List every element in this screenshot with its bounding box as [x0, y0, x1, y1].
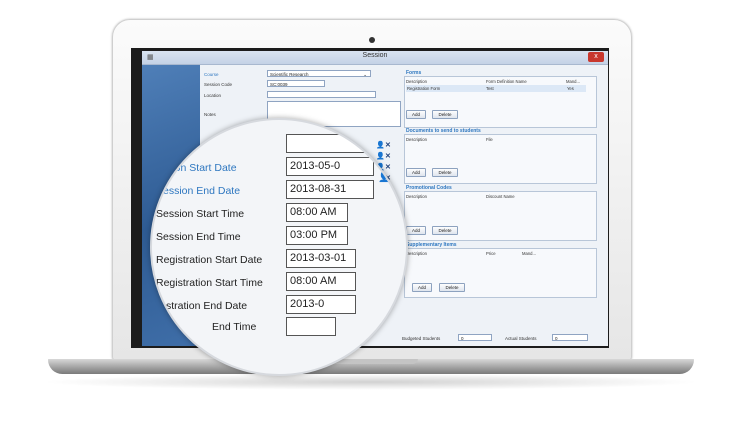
forms-delete-button[interactable]: Delete	[432, 110, 458, 119]
session-code-field[interactable]: SC:0039	[267, 80, 325, 87]
magnified-label: Session End Time	[156, 231, 241, 243]
magnified-label: er 4	[156, 139, 175, 151]
table-cell: Test	[486, 86, 494, 91]
chevron-down-icon: ⌄	[363, 72, 367, 77]
documents-col-description: Description	[406, 137, 427, 142]
promo-delete-button[interactable]: Delete	[432, 226, 458, 235]
magnified-field[interactable]: 2013-0	[286, 295, 356, 314]
budgeted-students-label: Budgeted Students	[402, 336, 441, 341]
actual-students-label: Actual Students	[505, 336, 537, 341]
forms-add-button[interactable]: Add	[406, 110, 426, 119]
documents-add-button[interactable]: Add	[406, 168, 426, 177]
supplementary-col-mandatory: Mand...	[522, 251, 536, 256]
assign-person-icon[interactable]: 👤	[378, 172, 390, 183]
delete-icon[interactable]: ✕	[391, 171, 399, 182]
forms-col-description: Description	[406, 79, 427, 84]
supplementary-group	[404, 248, 597, 298]
promo-col-description: Description	[406, 194, 427, 199]
table-cell: Registration Form	[407, 86, 441, 91]
magnified-label: Registration Start Time	[156, 277, 263, 289]
budgeted-students-field[interactable]: 0	[458, 334, 492, 341]
magnified-field[interactable]: 08:00 AM	[286, 272, 356, 291]
assign-person-icon[interactable]: 👤	[378, 138, 390, 149]
close-button[interactable]: x	[588, 52, 604, 62]
session-code-label: Session Code	[204, 82, 233, 87]
delete-icon[interactable]: ✕	[391, 137, 399, 148]
magnified-field[interactable]: 2013-03-01	[286, 249, 356, 268]
magnifier-lens: er 4 ession Start Date 2013-05-0 Session…	[150, 118, 408, 376]
magnified-label: End Time	[212, 321, 257, 333]
laptop-shadow	[40, 374, 702, 390]
delete-icon[interactable]: ✕	[391, 154, 399, 165]
magnified-field[interactable]: 03:00 PM	[286, 226, 348, 245]
forms-col-mandatory: Mand...	[566, 79, 580, 84]
magnified-field[interactable]: 2013-05-0	[286, 157, 374, 176]
magnified-label: Registration Start Date	[156, 254, 263, 266]
magnified-field[interactable]: 08:00 AM	[286, 203, 348, 222]
magnified-label: ession Start Date	[156, 162, 237, 174]
window-title: Session	[362, 52, 388, 59]
promo-col-discount-name: Discount Name	[486, 194, 515, 199]
magnified-field[interactable]: 2013-08-31	[286, 180, 374, 199]
notes-label: Notes	[204, 112, 216, 117]
forms-col-form-definition: Form Definition Name	[486, 79, 527, 84]
course-select[interactable]: Scientific Research ⌄	[267, 70, 371, 77]
table-cell: Yes	[567, 86, 574, 91]
actual-students-field[interactable]: 0	[552, 334, 588, 341]
magnified-label: stration End Date	[166, 300, 248, 312]
magnified-field[interactable]	[286, 317, 336, 336]
promo-add-button[interactable]: Add	[406, 226, 426, 235]
location-label: Location	[204, 93, 222, 98]
magnified-label: Session End Date	[156, 185, 241, 197]
course-label: Course	[204, 72, 219, 77]
documents-delete-button[interactable]: Delete	[432, 168, 458, 177]
supplementary-col-description: Description	[406, 251, 427, 256]
magnified-label: Session Start Time	[156, 208, 245, 220]
supplementary-add-button[interactable]: Add	[412, 283, 432, 292]
camera-icon	[369, 37, 375, 43]
supplementary-col-price: Price	[486, 251, 496, 256]
assign-person-icon[interactable]: 👤	[378, 155, 390, 166]
course-value: Scientific Research	[270, 72, 309, 77]
supplementary-delete-button[interactable]: Delete	[439, 283, 465, 292]
magnified-field[interactable]	[286, 134, 374, 153]
location-field[interactable]	[267, 91, 376, 98]
documents-col-file: File	[486, 137, 493, 142]
